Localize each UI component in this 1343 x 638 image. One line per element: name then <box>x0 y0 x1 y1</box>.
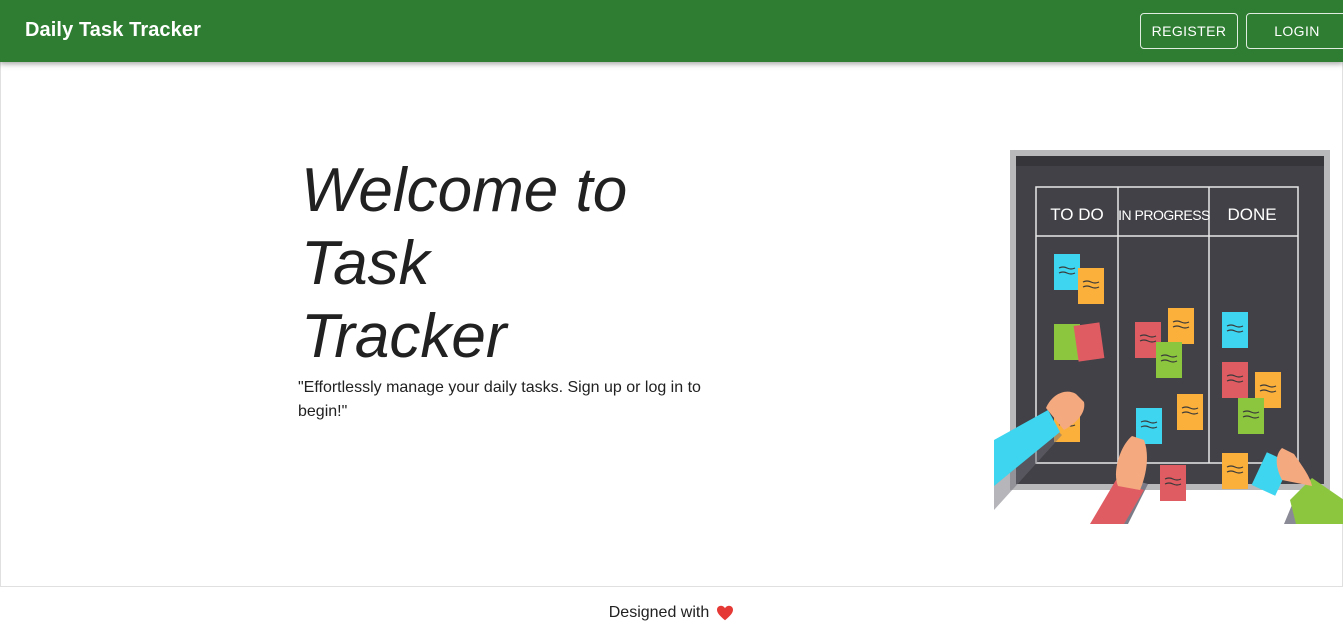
kanban-board-illustration: TO DO IN PROGRESS DONE <box>994 150 1343 524</box>
sticky-note <box>1222 362 1248 398</box>
hero-tagline: "Effortlessly manage your daily tasks. S… <box>298 379 701 420</box>
column-header-in-progress: IN PROGRESS <box>1118 207 1210 223</box>
column-header-done: DONE <box>1227 205 1276 224</box>
app-bar: Daily Task Tracker REGISTER LOGIN <box>0 0 1343 62</box>
register-button[interactable]: REGISTER <box>1140 13 1238 49</box>
sticky-note <box>1073 322 1105 362</box>
sticky-note <box>1177 394 1203 430</box>
sticky-note <box>1156 342 1182 378</box>
sticky-note <box>1222 453 1248 489</box>
main-content: Welcome to Task Tracker "Effortlessly ma… <box>0 62 1343 587</box>
sticky-note <box>1160 465 1186 501</box>
sticky-note <box>1222 312 1248 348</box>
heart-icon <box>717 605 734 621</box>
sticky-note <box>1168 308 1194 344</box>
hero-title: Welcome to Task Tracker <box>301 154 661 373</box>
column-header-todo: TO DO <box>1050 205 1104 224</box>
hero-title-line-2: Task <box>301 229 430 298</box>
sticky-note <box>1078 268 1104 304</box>
login-button[interactable]: LOGIN <box>1246 13 1343 49</box>
footer-text: Designed with <box>608 604 710 621</box>
footer: Designed with <box>0 588 1343 638</box>
sticky-note <box>1136 408 1162 444</box>
hero-title-line-3: Tracker <box>301 302 507 371</box>
sticky-note <box>1238 398 1264 434</box>
sticky-note <box>1054 254 1080 290</box>
hero-title-line-1: Welcome to <box>301 156 628 225</box>
app-title: Daily Task Tracker <box>25 19 201 41</box>
